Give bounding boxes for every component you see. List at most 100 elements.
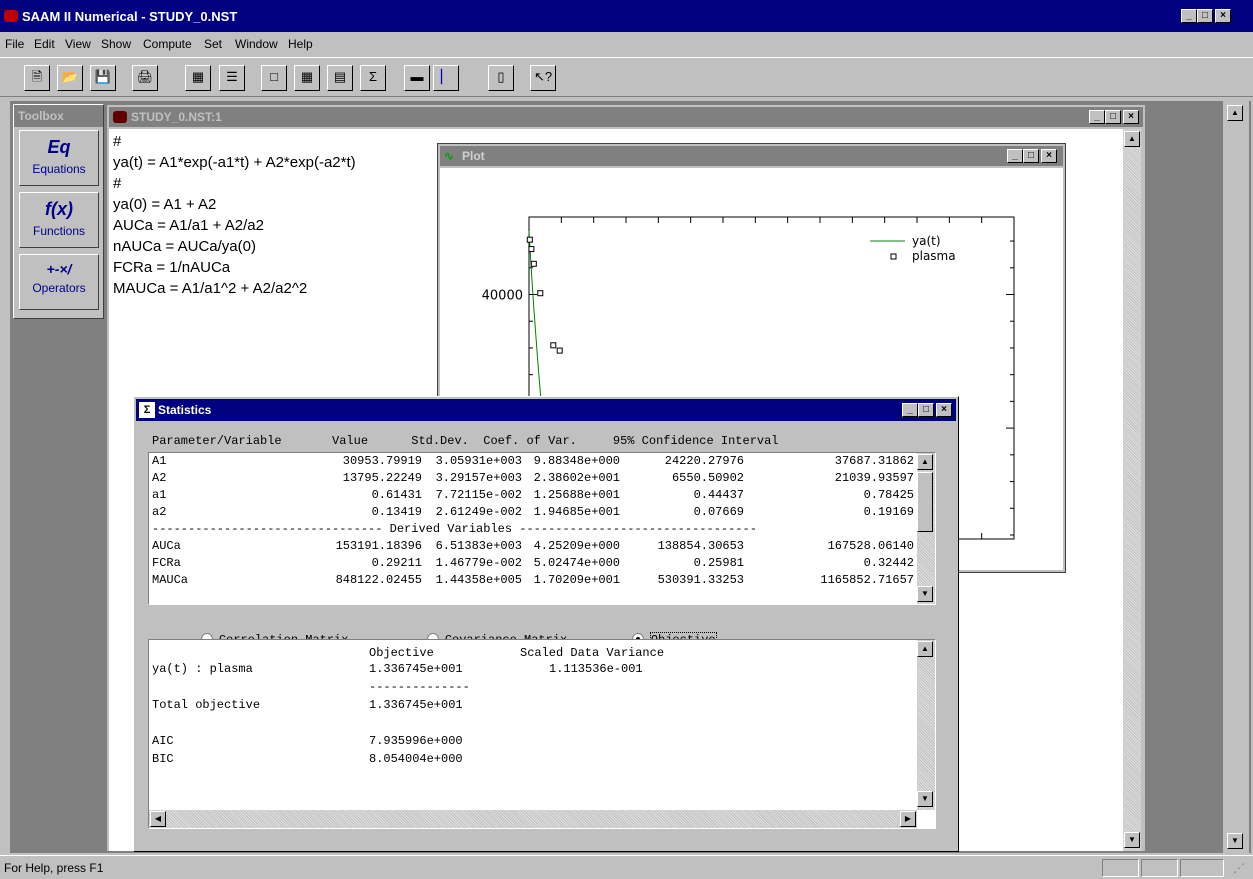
operators-tool[interactable]: +-×/ Operators bbox=[19, 254, 99, 310]
parameter-row[interactable]: FCRa 0.29211 1.46779e-002 5.02474e+000 0.259… bbox=[152, 556, 917, 573]
study-maximize-button[interactable]: □ bbox=[1105, 110, 1121, 124]
menu-show[interactable]: Show bbox=[101, 37, 131, 51]
objective-column-header: Objective bbox=[369, 646, 434, 660]
compute-icon[interactable]: ▬ bbox=[404, 65, 430, 91]
plot-maximize-button[interactable]: □ bbox=[1023, 149, 1039, 163]
objective-vertical-scrollbar[interactable]: ▲ ▼ bbox=[917, 640, 935, 810]
legend-label-plasma: plasma bbox=[912, 249, 956, 263]
parameter-cell-hi: 0.78425 bbox=[863, 488, 914, 502]
menu-file[interactable]: File bbox=[5, 37, 24, 51]
objective-horizontal-scrollbar[interactable]: ◀ ▶ bbox=[149, 810, 917, 828]
menu-view[interactable]: View bbox=[65, 37, 91, 51]
parameter-row[interactable]: a2 0.13419 2.61249e-002 1.94685e+001 0.07669… bbox=[152, 505, 917, 522]
parameter-row[interactable]: A1 30953.79919 3.05931e+003 9.88348e+000 242… bbox=[152, 454, 917, 471]
parameter-row[interactable]: a1 0.61431 7.72115e-002 1.25688e+001 0.44437… bbox=[152, 488, 917, 505]
notes-icon[interactable]: ▯ bbox=[488, 65, 514, 91]
param-scroll-up-icon[interactable]: ▲ bbox=[917, 454, 933, 470]
open-folder-icon[interactable]: 📂 bbox=[57, 65, 83, 91]
statistics-window: Σ Statistics _ □ × Parameter/Variable Va… bbox=[133, 396, 959, 852]
equation-line: ya(0) = A1 + A2 bbox=[113, 196, 217, 213]
plot-minimize-button[interactable]: _ bbox=[1007, 149, 1023, 163]
save-icon[interactable]: 💾 bbox=[90, 65, 116, 91]
functions-label: Functions bbox=[32, 224, 86, 238]
plot-close-button[interactable]: × bbox=[1041, 149, 1057, 163]
scaled-variance-column-header: Scaled Data Variance bbox=[520, 646, 665, 660]
statistics-icon[interactable]: Σ bbox=[360, 65, 386, 91]
parameter-cell-value: 153191.18396 bbox=[335, 539, 422, 553]
main-vertical-scrollbar[interactable]: ▲ ▼ bbox=[1223, 101, 1249, 853]
status-bar: For Help, press F1 ⋰ bbox=[0, 855, 1253, 879]
objective-scroll-right-icon[interactable]: ▶ bbox=[900, 811, 916, 827]
parameter-cell-sd: 1.44358e+005 bbox=[435, 573, 522, 587]
plasma-marker bbox=[556, 347, 563, 354]
status-panel bbox=[1180, 859, 1224, 877]
new-file-icon[interactable]: 🗎 bbox=[24, 65, 50, 91]
study-minimize-button[interactable]: _ bbox=[1089, 110, 1105, 124]
menu-edit[interactable]: Edit bbox=[34, 37, 55, 51]
param-scroll-down-icon[interactable]: ▼ bbox=[917, 586, 933, 602]
study-vertical-scrollbar[interactable]: ▲ ▼ bbox=[1123, 129, 1141, 851]
histogram-icon[interactable]: ▏ bbox=[433, 65, 459, 91]
plot-title: Plot bbox=[462, 149, 485, 163]
objective-scroll-down-icon[interactable]: ▼ bbox=[917, 791, 933, 807]
close-button[interactable]: × bbox=[1215, 9, 1231, 23]
parameter-cell-hi: 0.19169 bbox=[863, 505, 914, 519]
param-scroll-thumb[interactable] bbox=[917, 472, 933, 532]
help-pointer-icon[interactable]: ↖? bbox=[530, 65, 556, 91]
objective-scroll-left-icon[interactable]: ◀ bbox=[150, 811, 166, 827]
plot-icon[interactable]: □ bbox=[261, 65, 287, 91]
spreadsheet-icon[interactable]: ▤ bbox=[327, 65, 353, 91]
app-title-bar[interactable]: SAAM II Numerical - STUDY_0.NST _ □ × bbox=[0, 0, 1253, 32]
stats-close-button[interactable]: × bbox=[936, 403, 952, 417]
parameter-cell-lo: 24220.27976 bbox=[664, 454, 744, 468]
scaled-variance-value: 1.113536e-001 bbox=[549, 662, 643, 676]
print-icon[interactable]: 🖨 bbox=[132, 65, 158, 91]
plot-window-icon: ∿ bbox=[444, 149, 455, 163]
menu-window[interactable]: Window bbox=[235, 37, 278, 51]
legend-marker-swatch bbox=[890, 253, 897, 260]
study-close-button[interactable]: × bbox=[1123, 110, 1139, 124]
study-scroll-up-icon[interactable]: ▲ bbox=[1124, 131, 1140, 147]
parameter-row[interactable]: MAUCa 848122.02455 1.44358e+005 1.70209e+00… bbox=[152, 573, 917, 590]
study-title-bar[interactable]: STUDY_0.NST:1 _ □ × bbox=[109, 107, 1143, 127]
objective-scroll-up-icon[interactable]: ▲ bbox=[917, 641, 933, 657]
table-icon[interactable]: ▦ bbox=[294, 65, 320, 91]
aic-value: 7.935996e+000 bbox=[369, 734, 463, 748]
saam-app-icon[interactable] bbox=[4, 10, 18, 22]
objective-panel[interactable]: Objective Scaled Data Variance ya(t) : p… bbox=[148, 639, 936, 829]
functions-tool[interactable]: f(x) Functions bbox=[19, 192, 99, 248]
statistics-title-bar[interactable]: Σ Statistics _ □ × bbox=[136, 399, 956, 421]
parameter-row[interactable]: A2 13795.22249 3.29157e+003 2.38602e+001 655… bbox=[152, 471, 917, 488]
toolbox-panel: Toolbox Eq Equations f(x) Functions +-×/… bbox=[13, 104, 104, 319]
equation-line: MAUCa = A1/a1^2 + A2/a2^2 bbox=[113, 280, 308, 297]
parameter-cell-hi: 0.32442 bbox=[863, 556, 914, 570]
minimize-button[interactable]: _ bbox=[1181, 9, 1197, 23]
plot-title-bar[interactable]: ∿ Plot _ □ × bbox=[440, 146, 1063, 166]
total-objective-value: 1.336745e+001 bbox=[369, 698, 463, 712]
plasma-marker bbox=[530, 260, 537, 267]
menu-compute[interactable]: Compute bbox=[143, 37, 192, 51]
sigma-icon: Σ bbox=[139, 402, 155, 418]
resize-grip-icon[interactable]: ⋰ bbox=[1233, 861, 1245, 875]
stats-maximize-button[interactable]: □ bbox=[918, 403, 934, 417]
parameter-row[interactable]: AUCa 153191.18396 6.51383e+003 4.25209e+000… bbox=[152, 539, 917, 556]
scroll-down-icon[interactable]: ▼ bbox=[1227, 833, 1243, 849]
objective-row-label: ya(t) : plasma bbox=[152, 662, 253, 676]
window-layout-icon[interactable]: ▦ bbox=[185, 65, 211, 91]
equation-line: ya(t) = A1*exp(-a1*t) + A2*exp(-a2*t) bbox=[113, 154, 356, 171]
parameter-cell-hi: 37687.31862 bbox=[834, 454, 914, 468]
study-scroll-down-icon[interactable]: ▼ bbox=[1124, 832, 1140, 848]
plasma-marker bbox=[550, 342, 557, 349]
parameter-list-scrollbar[interactable]: ▲ ▼ bbox=[917, 453, 935, 604]
parameter-list[interactable]: A1 30953.79919 3.05931e+003 9.88348e+000 242… bbox=[148, 452, 936, 605]
parameter-cell-cv: 4.25209e+000 bbox=[533, 539, 620, 553]
stats-minimize-button[interactable]: _ bbox=[902, 403, 918, 417]
parameter-cell-lo: 0.07669 bbox=[693, 505, 744, 519]
report-icon[interactable]: ☰ bbox=[219, 65, 245, 91]
menu-help[interactable]: Help bbox=[288, 37, 313, 51]
menu-set[interactable]: Set bbox=[204, 37, 222, 51]
equations-tool[interactable]: Eq Equations bbox=[19, 130, 99, 186]
scroll-up-icon[interactable]: ▲ bbox=[1227, 105, 1243, 121]
maximize-button[interactable]: □ bbox=[1197, 9, 1213, 23]
objective-row-value: 1.336745e+001 bbox=[369, 662, 463, 676]
